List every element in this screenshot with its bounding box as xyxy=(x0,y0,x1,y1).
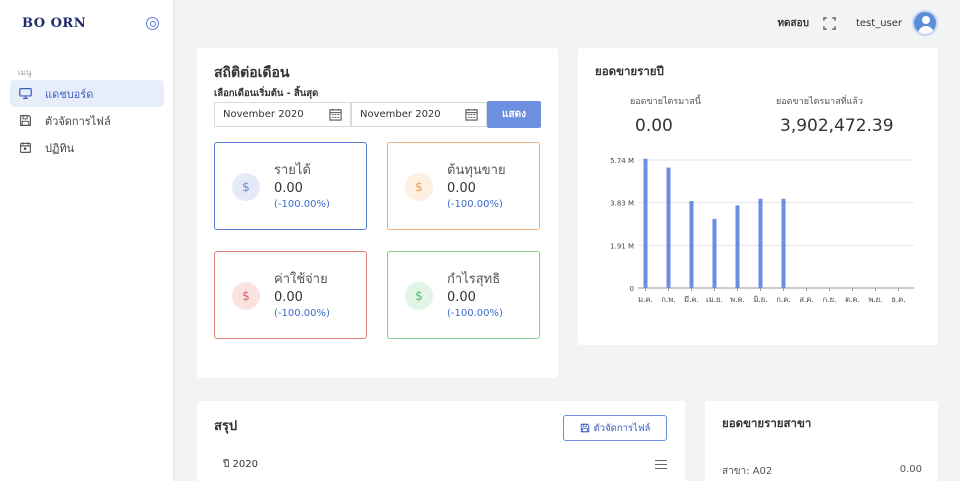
year-row[interactable]: ปี 2020 xyxy=(214,450,676,478)
menu-heading: เมนู xyxy=(18,68,32,77)
y-tick-label: 3.83 M xyxy=(610,200,634,208)
sidebar-item-label: ปฏิทิน xyxy=(45,141,75,155)
x-tick-label: ต.ค. xyxy=(845,295,860,304)
x-tick-label: ก.ย. xyxy=(823,295,837,304)
stat-percent: (-100.00%) xyxy=(274,308,330,319)
header-bar: ทดสอบ test_user xyxy=(777,10,938,36)
summary-title: สรุป xyxy=(214,419,238,434)
branch-name: สาขา: A02 xyxy=(722,466,773,477)
file-manager-button[interactable]: ตัวจัดการไฟล์ xyxy=(563,415,667,441)
stat-value: 0.00 xyxy=(274,290,303,305)
fullscreen-icon[interactable] xyxy=(823,16,836,30)
sidebar-toggle-icon[interactable] xyxy=(146,17,159,30)
x-tick-label: ส.ค. xyxy=(799,295,813,304)
year-label: ปี 2020 xyxy=(223,458,258,470)
calendar-icon xyxy=(465,108,478,121)
x-tick-label: พ.ย. xyxy=(868,295,882,304)
stat-percent: (-100.00%) xyxy=(447,308,503,319)
x-tick-label: เม.ย. xyxy=(706,295,723,304)
net-profit-stat-card: $ กำไรสุทธิ 0.00 (-100.00%) xyxy=(387,251,540,339)
cost-of-sales-stat-card: $ ต้นทุนขาย 0.00 (-100.00%) xyxy=(387,142,540,230)
expense-stat-card: $ ค่าใช้จ่าย 0.00 (-100.00%) xyxy=(214,251,367,339)
start-month-input[interactable]: November 2020 xyxy=(214,102,351,127)
yearly-sales-chart: 0 1.91 M 3.83 M 5.74 M ม.ค. ก.พ. มี.ค. เม.ย. พ.ค… xyxy=(610,157,914,304)
monthly-stats-title: สถิติต่อเดือน xyxy=(214,65,290,81)
branch-sales-title: ยอดขายรายสาขา xyxy=(722,416,812,430)
bar-5[interactable] xyxy=(735,205,740,288)
yearly-sales-card: ยอดขายรายปี ยอดขายไตรมาสนี้ 0.00 ยอดขายไ… xyxy=(578,48,938,345)
branch-sales-card: ยอดขายรายสาขา สาขา: A02 0.00 xyxy=(705,401,938,481)
sidebar-item-label: แดชบอร์ด xyxy=(45,87,94,101)
bar-4[interactable] xyxy=(712,218,717,288)
stat-value: 0.00 xyxy=(274,181,303,196)
save-icon xyxy=(580,423,589,433)
x-tick-label: พ.ค. xyxy=(730,295,745,304)
last-quarter-value: 3,902,472.39 xyxy=(780,116,894,136)
stat-value: 0.00 xyxy=(447,290,476,305)
stat-label: ค่าใช้จ่าย xyxy=(274,272,328,287)
file-manager-label: ตัวจัดการไฟล์ xyxy=(593,422,651,434)
sidebar: BO ORN เมนู แดชบอร์ด ตัวจัดการไฟล์ ปฏิทิ… xyxy=(0,0,174,481)
x-tick-label: มิ.ย. xyxy=(753,295,767,304)
menu-icon[interactable] xyxy=(655,459,667,469)
bar-3[interactable] xyxy=(689,201,694,288)
x-tick-label: ก.ค. xyxy=(776,295,790,304)
stat-value: 0.00 xyxy=(447,181,476,196)
dollar-icon: $ xyxy=(405,282,433,310)
stat-label: ต้นทุนขาย xyxy=(447,163,506,178)
x-tick-label: มี.ค. xyxy=(684,295,699,304)
x-tick-label: ก.พ. xyxy=(661,295,675,304)
month-range-label: เลือกเดือนเริ่มต้น - สิ้นสุด xyxy=(214,88,319,99)
start-month-value: November 2020 xyxy=(223,109,304,120)
sidebar-item-label: ตัวจัดการไฟล์ xyxy=(45,114,111,128)
summary-card: สรุป ตัวจัดการไฟล์ ปี 2020 xyxy=(197,401,685,481)
stat-percent: (-100.00%) xyxy=(447,199,503,210)
bar-7[interactable] xyxy=(781,198,786,288)
x-tick-label: ธ.ค. xyxy=(891,295,905,304)
sidebar-item-file-manager[interactable]: ตัวจัดการไฟล์ xyxy=(10,107,164,134)
monitor-icon xyxy=(18,87,32,101)
save-icon xyxy=(18,114,32,128)
last-quarter-label: ยอดขายไตรมาสที่แล้ว xyxy=(776,97,863,107)
branch-row: สาขา: A02 0.00 xyxy=(722,464,922,479)
dollar-icon: $ xyxy=(232,173,260,201)
stat-label: กำไรสุทธิ xyxy=(447,272,501,287)
dollar-icon: $ xyxy=(405,173,433,201)
show-button[interactable]: แสดง xyxy=(487,101,541,128)
revenue-stat-card: $ รายได้ 0.00 (-100.00%) xyxy=(214,142,367,230)
this-quarter-value: 0.00 xyxy=(635,116,673,136)
sidebar-item-calendar[interactable]: ปฏิทิน xyxy=(10,134,164,161)
username[interactable]: test_user xyxy=(856,18,902,29)
y-tick-label: 5.74 M xyxy=(610,157,634,165)
y-tick-label: 1.91 M xyxy=(610,242,634,250)
this-quarter-label: ยอดขายไตรมาสนี้ xyxy=(630,97,701,107)
stat-percent: (-100.00%) xyxy=(274,199,330,210)
y-tick-label: 0 xyxy=(630,285,634,293)
yearly-sales-title: ยอดขายรายปี xyxy=(595,64,664,78)
bar-6[interactable] xyxy=(758,198,763,288)
x-tick-label: ม.ค. xyxy=(638,295,653,304)
calendar-icon xyxy=(18,141,32,155)
sidebar-item-dashboard[interactable]: แดชบอร์ด xyxy=(10,80,164,107)
end-month-value: November 2020 xyxy=(360,109,441,120)
app-logo[interactable]: BO ORN xyxy=(22,16,86,31)
bar-1[interactable] xyxy=(643,158,648,288)
monthly-stats-card: สถิติต่อเดือน เลือกเดือนเริ่มต้น - สิ้นส… xyxy=(197,48,558,378)
branch-value: 0.00 xyxy=(899,464,922,475)
test-link[interactable]: ทดสอบ xyxy=(777,16,809,31)
user-avatar-icon[interactable] xyxy=(912,10,938,36)
stat-label: รายได้ xyxy=(274,163,311,178)
calendar-icon xyxy=(329,108,342,121)
end-month-input[interactable]: November 2020 xyxy=(351,102,487,127)
dollar-icon: $ xyxy=(232,282,260,310)
bar-2[interactable] xyxy=(666,167,671,288)
